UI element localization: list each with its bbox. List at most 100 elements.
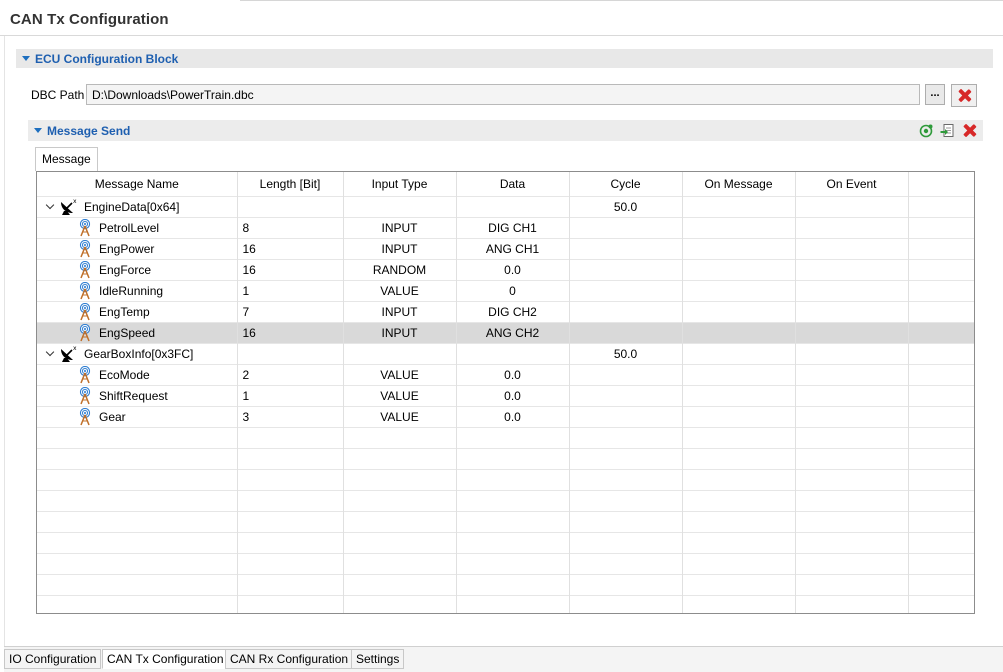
data-cell[interactable] [456, 195, 570, 217]
input-type-cell[interactable]: RANDOM [343, 258, 457, 280]
browse-button[interactable]: ... [925, 84, 945, 105]
signal-row[interactable]: IdleRunning 1 VALUE 0 [37, 279, 974, 301]
name-cell[interactable]: IdleRunning [37, 279, 238, 301]
length-cell[interactable]: 1 [237, 384, 344, 406]
cycle-cell[interactable]: 50.0 [569, 342, 683, 364]
clear-dbc-button[interactable] [951, 84, 977, 107]
name-cell[interactable]: EngForce [37, 258, 238, 280]
length-cell[interactable]: 16 [237, 237, 344, 259]
column-header[interactable]: Cycle [569, 172, 683, 196]
length-cell[interactable] [237, 195, 344, 217]
length-cell[interactable]: 8 [237, 216, 344, 238]
chevron-down-icon[interactable] [46, 350, 54, 358]
tree-node[interactable]: EngPower [37, 239, 236, 259]
cycle-cell[interactable] [569, 384, 683, 406]
tab-message-info[interactable]: Message Info [35, 147, 98, 188]
length-cell[interactable]: 3 [237, 405, 344, 427]
tree-node[interactable]: PetrolLevel [37, 218, 236, 238]
name-cell[interactable]: EngSpeed [37, 321, 238, 343]
chevron-down-icon[interactable] [34, 128, 42, 133]
on-event-cell[interactable] [795, 363, 909, 385]
name-cell[interactable]: EcoMode [37, 363, 238, 385]
input-type-cell[interactable]: INPUT [343, 237, 457, 259]
input-type-cell[interactable]: INPUT [343, 321, 457, 343]
tab-can-tx-configuration[interactable]: CAN Tx Configuration [102, 649, 229, 669]
tree-node[interactable]: EngTemp [37, 302, 236, 322]
cycle-cell[interactable]: 50.0 [569, 195, 683, 217]
dbc-path-input[interactable] [86, 84, 920, 105]
data-cell[interactable]: ANG CH2 [456, 321, 570, 343]
on-event-cell[interactable] [795, 237, 909, 259]
add-message-button[interactable] [918, 123, 933, 138]
data-cell[interactable] [456, 342, 570, 364]
input-type-cell[interactable]: INPUT [343, 216, 457, 238]
on-event-cell[interactable] [795, 279, 909, 301]
data-cell[interactable]: 0 [456, 279, 570, 301]
column-header[interactable]: Length [Bit] [237, 172, 344, 196]
signal-row[interactable]: ShiftRequest 1 VALUE 0.0 [37, 384, 974, 406]
message-send-header[interactable]: Message Send [28, 120, 983, 141]
column-header[interactable]: On Event [795, 172, 909, 196]
tree-node[interactable]: x EngineData[0x64] [37, 197, 236, 217]
length-cell[interactable]: 1 [237, 279, 344, 301]
data-cell[interactable]: 0.0 [456, 384, 570, 406]
on-message-cell[interactable] [682, 279, 796, 301]
length-cell[interactable]: 7 [237, 300, 344, 322]
on-event-cell[interactable] [795, 216, 909, 238]
on-event-cell[interactable] [795, 321, 909, 343]
signal-row[interactable]: EngSpeed 16 INPUT ANG CH2 [37, 321, 974, 343]
name-cell[interactable]: Gear [37, 405, 238, 427]
cycle-cell[interactable] [569, 237, 683, 259]
chevron-down-icon[interactable] [22, 56, 30, 61]
on-message-cell[interactable] [682, 321, 796, 343]
on-event-cell[interactable] [795, 300, 909, 322]
name-cell[interactable]: x GearBoxInfo[0x3FC] [37, 342, 238, 364]
data-cell[interactable]: 0.0 [456, 405, 570, 427]
cycle-cell[interactable] [569, 363, 683, 385]
input-type-cell[interactable]: VALUE [343, 384, 457, 406]
signal-row[interactable]: Gear 3 VALUE 0.0 [37, 405, 974, 427]
tab-settings[interactable]: Settings [351, 649, 405, 669]
tree-node[interactable]: ShiftRequest [37, 386, 236, 406]
on-event-cell[interactable] [795, 384, 909, 406]
column-header[interactable]: Data [456, 172, 570, 196]
name-cell[interactable]: EngPower [37, 237, 238, 259]
tree-node[interactable]: x GearBoxInfo[0x3FC] [37, 344, 236, 364]
cycle-cell[interactable] [569, 258, 683, 280]
input-type-cell[interactable] [343, 342, 457, 364]
data-cell[interactable]: 0.0 [456, 363, 570, 385]
tab-can-rx-configuration[interactable]: CAN Rx Configuration [225, 649, 354, 669]
column-header[interactable]: Input Type [343, 172, 457, 196]
on-message-cell[interactable] [682, 300, 796, 322]
on-event-cell[interactable] [795, 342, 909, 364]
column-header[interactable]: Message Name [37, 172, 238, 196]
on-event-cell[interactable] [795, 258, 909, 280]
on-message-cell[interactable] [682, 237, 796, 259]
cycle-cell[interactable] [569, 300, 683, 322]
name-cell[interactable]: PetrolLevel [37, 216, 238, 238]
delete-message-button[interactable] [962, 123, 977, 138]
on-message-cell[interactable] [682, 405, 796, 427]
signal-row[interactable]: EcoMode 2 VALUE 0.0 [37, 363, 974, 385]
data-cell[interactable]: DIG CH2 [456, 300, 570, 322]
on-event-cell[interactable] [795, 405, 909, 427]
name-cell[interactable]: ShiftRequest [37, 384, 238, 406]
chevron-down-icon[interactable] [46, 203, 54, 211]
cycle-cell[interactable] [569, 216, 683, 238]
signal-row[interactable]: EngPower 16 INPUT ANG CH1 [37, 237, 974, 259]
length-cell[interactable]: 16 [237, 321, 344, 343]
on-message-cell[interactable] [682, 384, 796, 406]
input-type-cell[interactable]: VALUE [343, 405, 457, 427]
input-type-cell[interactable]: VALUE [343, 363, 457, 385]
message-row[interactable]: x EngineData[0x64] 50.0 [37, 195, 974, 217]
length-cell[interactable] [237, 342, 344, 364]
cycle-cell[interactable] [569, 279, 683, 301]
on-message-cell[interactable] [682, 363, 796, 385]
signal-row[interactable]: PetrolLevel 8 INPUT DIG CH1 [37, 216, 974, 238]
length-cell[interactable]: 2 [237, 363, 344, 385]
tree-node[interactable]: EngForce [37, 260, 236, 280]
cycle-cell[interactable] [569, 405, 683, 427]
on-message-cell[interactable] [682, 258, 796, 280]
column-header[interactable]: On Message [682, 172, 796, 196]
on-message-cell[interactable] [682, 216, 796, 238]
